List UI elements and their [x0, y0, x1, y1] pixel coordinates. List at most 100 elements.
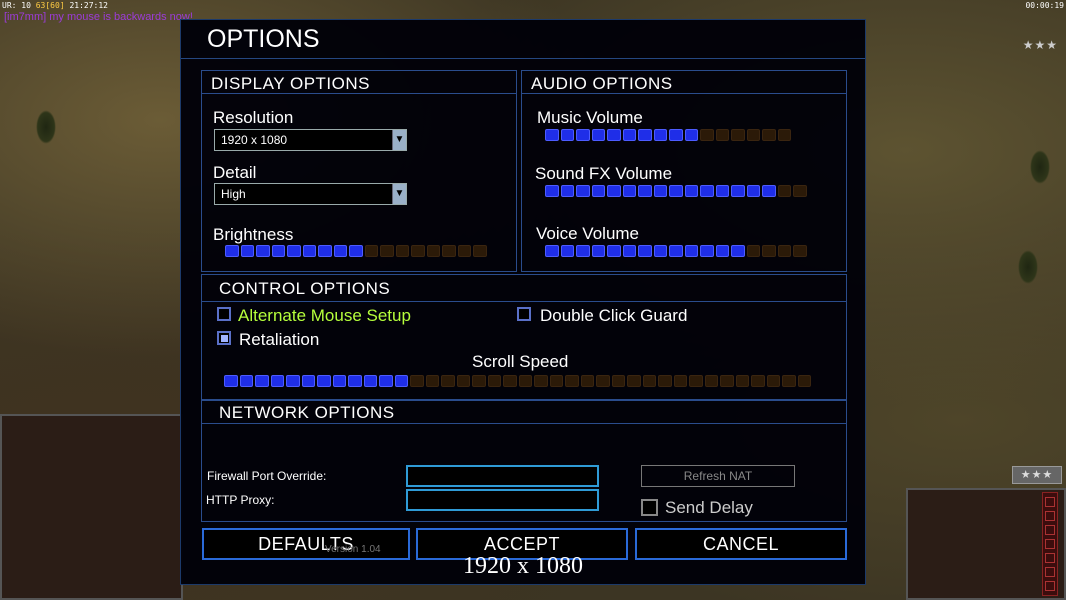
side-button[interactable]	[1045, 553, 1055, 563]
slider-segment-filled[interactable]	[332, 375, 346, 387]
slider-segment-filled[interactable]	[225, 245, 239, 257]
retaliation-checkbox[interactable]	[217, 331, 231, 345]
slider-segment-empty[interactable]	[700, 129, 714, 141]
slider-segment-filled[interactable]	[560, 245, 574, 257]
slider-segment-filled[interactable]	[560, 185, 574, 197]
slider-segment-filled[interactable]	[560, 129, 574, 141]
slider-segment-empty[interactable]	[777, 185, 791, 197]
slider-segment-empty[interactable]	[549, 375, 563, 387]
slider-segment-filled[interactable]	[240, 245, 254, 257]
slider-segment-filled[interactable]	[271, 245, 285, 257]
slider-segment-filled[interactable]	[318, 245, 332, 257]
slider-segment-filled[interactable]	[607, 245, 621, 257]
slider-segment-filled[interactable]	[591, 185, 605, 197]
slider-segment-empty[interactable]	[715, 129, 729, 141]
slider-segment-filled[interactable]	[317, 375, 331, 387]
firewall-port-input[interactable]	[406, 465, 599, 487]
slider-segment-empty[interactable]	[793, 185, 807, 197]
slider-segment-empty[interactable]	[704, 375, 718, 387]
slider-segment-empty[interactable]	[457, 245, 471, 257]
slider-segment-empty[interactable]	[642, 375, 656, 387]
slider-segment-filled[interactable]	[607, 129, 621, 141]
slider-segment-empty[interactable]	[503, 375, 517, 387]
slider-segment-filled[interactable]	[715, 185, 729, 197]
slider-segment-empty[interactable]	[777, 129, 791, 141]
slider-segment-filled[interactable]	[653, 245, 667, 257]
slider-segment-empty[interactable]	[426, 245, 440, 257]
slider-segment-filled[interactable]	[731, 185, 745, 197]
slider-segment-filled[interactable]	[669, 185, 683, 197]
slider-segment-empty[interactable]	[793, 245, 807, 257]
slider-segment-filled[interactable]	[653, 129, 667, 141]
slider-segment-filled[interactable]	[256, 245, 270, 257]
slider-segment-filled[interactable]	[255, 375, 269, 387]
slider-segment-empty[interactable]	[456, 375, 470, 387]
http-proxy-input[interactable]	[406, 489, 599, 511]
retaliation-label[interactable]: Retaliation	[239, 330, 319, 350]
slider-segment-filled[interactable]	[379, 375, 393, 387]
chevron-down-icon[interactable]: ▼	[392, 184, 406, 204]
slider-segment-filled[interactable]	[576, 245, 590, 257]
slider-segment-empty[interactable]	[746, 129, 760, 141]
slider-segment-filled[interactable]	[638, 185, 652, 197]
slider-segment-empty[interactable]	[673, 375, 687, 387]
slider-segment-filled[interactable]	[684, 245, 698, 257]
slider-segment-filled[interactable]	[545, 245, 559, 257]
slider-segment-empty[interactable]	[596, 375, 610, 387]
music-volume-slider[interactable]	[545, 129, 791, 141]
side-button-strip[interactable]	[1042, 492, 1058, 596]
slider-segment-filled[interactable]	[669, 129, 683, 141]
slider-segment-empty[interactable]	[658, 375, 672, 387]
slider-segment-empty[interactable]	[441, 375, 455, 387]
slider-segment-filled[interactable]	[622, 185, 636, 197]
slider-segment-filled[interactable]	[545, 129, 559, 141]
slider-segment-filled[interactable]	[622, 129, 636, 141]
slider-segment-filled[interactable]	[333, 245, 347, 257]
scroll-speed-slider[interactable]	[224, 375, 811, 387]
slider-segment-filled[interactable]	[270, 375, 284, 387]
slider-segment-empty[interactable]	[410, 375, 424, 387]
slider-segment-empty[interactable]	[473, 245, 487, 257]
slider-segment-empty[interactable]	[411, 245, 425, 257]
slider-segment-filled[interactable]	[700, 185, 714, 197]
slider-segment-filled[interactable]	[349, 245, 363, 257]
slider-segment-empty[interactable]	[720, 375, 734, 387]
slider-segment-empty[interactable]	[580, 375, 594, 387]
slider-segment-filled[interactable]	[638, 129, 652, 141]
alternate-mouse-label[interactable]: Alternate Mouse Setup	[238, 306, 411, 326]
slider-segment-empty[interactable]	[782, 375, 796, 387]
slider-segment-filled[interactable]	[224, 375, 238, 387]
slider-segment-filled[interactable]	[301, 375, 315, 387]
slider-segment-filled[interactable]	[638, 245, 652, 257]
slider-segment-filled[interactable]	[684, 185, 698, 197]
side-button[interactable]	[1045, 539, 1055, 549]
double-click-guard-label[interactable]: Double Click Guard	[540, 306, 687, 326]
slider-segment-empty[interactable]	[731, 129, 745, 141]
slider-segment-filled[interactable]	[591, 129, 605, 141]
slider-segment-filled[interactable]	[731, 245, 745, 257]
sound-fx-volume-slider[interactable]	[545, 185, 807, 197]
slider-segment-empty[interactable]	[364, 245, 378, 257]
slider-segment-empty[interactable]	[762, 245, 776, 257]
cancel-button[interactable]: CANCEL	[635, 528, 847, 560]
minimap-panel[interactable]	[0, 414, 183, 600]
slider-segment-filled[interactable]	[545, 185, 559, 197]
side-button[interactable]	[1045, 525, 1055, 535]
slider-segment-empty[interactable]	[518, 375, 532, 387]
slider-segment-empty[interactable]	[395, 245, 409, 257]
brightness-slider[interactable]	[225, 245, 487, 257]
slider-segment-filled[interactable]	[286, 375, 300, 387]
detail-dropdown[interactable]: High ▼	[214, 183, 407, 205]
slider-segment-filled[interactable]	[653, 185, 667, 197]
slider-segment-filled[interactable]	[607, 185, 621, 197]
side-button[interactable]	[1045, 581, 1055, 591]
slider-segment-filled[interactable]	[576, 129, 590, 141]
slider-segment-filled[interactable]	[591, 245, 605, 257]
slider-segment-empty[interactable]	[565, 375, 579, 387]
slider-segment-empty[interactable]	[487, 375, 501, 387]
chevron-down-icon[interactable]: ▼	[392, 130, 406, 150]
slider-segment-empty[interactable]	[746, 245, 760, 257]
slider-segment-empty[interactable]	[611, 375, 625, 387]
slider-segment-empty[interactable]	[735, 375, 749, 387]
side-button[interactable]	[1045, 511, 1055, 521]
